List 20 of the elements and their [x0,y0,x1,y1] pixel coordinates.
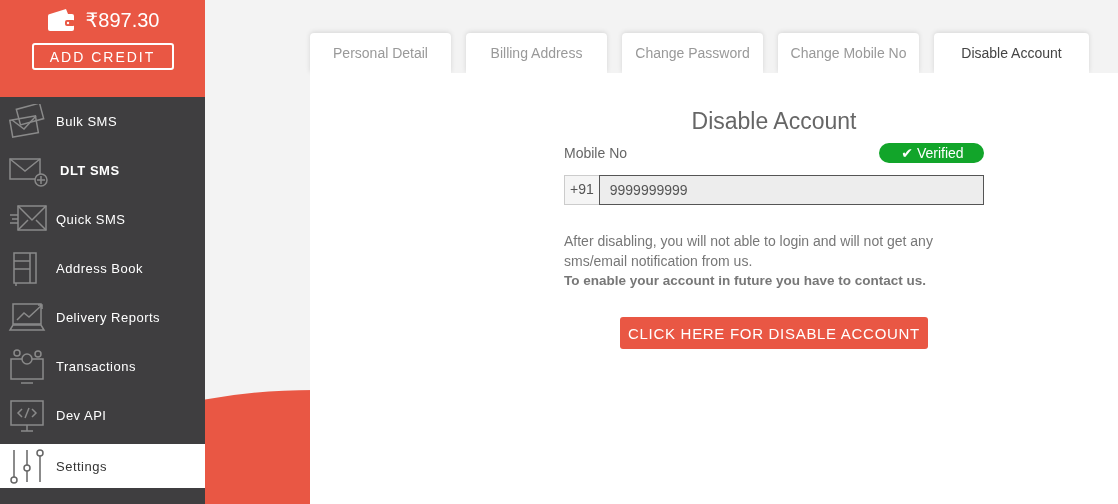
sidebar-item[interactable]: Quick SMS [0,195,205,244]
wallet-icon [45,8,76,32]
mobile-number-field[interactable]: 9999999999 [598,175,984,205]
form-title: Disable Account [690,108,858,135]
country-code-prefix: +91 [564,175,599,205]
tab[interactable]: Disable Account [934,33,1089,73]
verified-badge: ✔ Verified [879,143,984,163]
sidebar-item[interactable]: DLT SMS [0,146,205,195]
notice-text: After disabling, you will not able to login and will not get any sms/email notification from us. [564,232,934,271]
sidebar-item[interactable]: Address Book [0,244,205,293]
sidebar-item[interactable]: Delivery Reports [0,293,205,342]
field-label: Mobile No [564,145,628,161]
sidebar-item[interactable]: Dev API [0,391,205,440]
sidebar-item[interactable]: Settings [0,444,205,488]
sidebar-item[interactable]: Bulk SMS [0,97,205,146]
disable-account-button[interactable]: CLICK HERE FOR DISABLE ACCOUNT [620,317,928,349]
notice-text: To enable your account in future you have to contact us. [564,272,928,290]
balance-amount: ₹897.30 [85,8,160,32]
add-credit-button[interactable]: ADD CREDIT [31,43,174,70]
sidebar-item[interactable]: Transactions [0,342,205,391]
